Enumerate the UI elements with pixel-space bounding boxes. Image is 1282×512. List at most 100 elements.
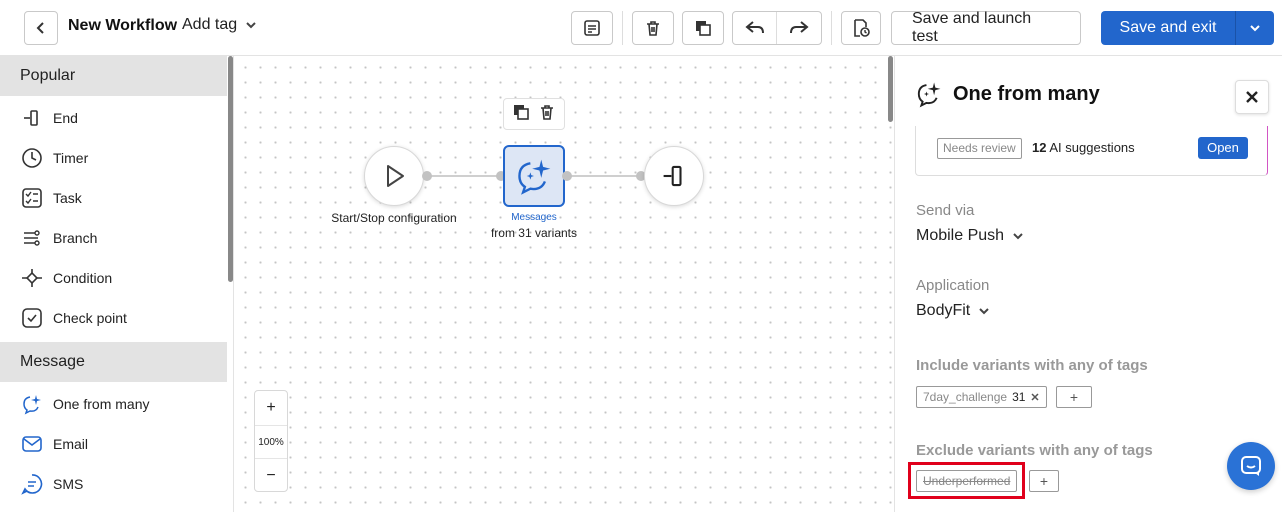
sidebar-item-label: Email (53, 436, 89, 452)
open-suggestions-button[interactable]: Open (1198, 137, 1248, 159)
remove-tag-icon[interactable] (1030, 392, 1040, 402)
needs-review-badge: Needs review (937, 138, 1022, 159)
panel-title: One from many (953, 83, 1100, 105)
timer-icon (20, 146, 44, 170)
send-via-dropdown[interactable]: Mobile Push (916, 227, 1024, 245)
chat-icon (1241, 456, 1261, 476)
sidebar-item-label: One from many (53, 396, 150, 412)
add-include-tag-button[interactable]: + (1056, 386, 1092, 408)
ai-suggestions-label: AI suggestions (1049, 140, 1135, 155)
duplicate-node-button[interactable] (512, 103, 530, 126)
section-header-popular: Popular (0, 56, 227, 96)
check-point-icon (20, 306, 44, 330)
support-chat-button[interactable] (1227, 442, 1275, 490)
workflow-title: New Workflow (68, 17, 178, 34)
ai-suggestions-count: 12 (1032, 140, 1047, 155)
sidebar-item-sms[interactable]: SMS (0, 464, 227, 504)
add-tag-dropdown[interactable]: Add tag (182, 16, 257, 34)
top-bar: New Workflow Add tag Save and launch tes… (0, 0, 1282, 56)
undo-button[interactable] (733, 12, 778, 44)
sidebar-item-label: Timer (53, 150, 89, 166)
branch-icon (20, 226, 44, 250)
redo-button[interactable] (777, 12, 821, 44)
application-value: BodyFit (916, 302, 971, 319)
chevron-left-icon (36, 22, 44, 34)
delete-button[interactable] (632, 11, 674, 45)
tag-name: 7day_challenge (923, 390, 1008, 404)
sidebar-item-label: Condition (53, 270, 113, 286)
include-tags-label: Include variants with any of tags (916, 357, 1148, 374)
zoom-level: 100% (255, 425, 287, 459)
application-dropdown[interactable]: BodyFit (916, 302, 990, 320)
add-exclude-tag-button[interactable]: + (1029, 470, 1059, 492)
undo-redo-group (732, 11, 822, 45)
messages-node[interactable] (503, 145, 565, 207)
ai-suggestions-card: Needs review 12 AI suggestions Open (915, 126, 1268, 176)
sidebar-item-end[interactable]: End (0, 98, 227, 138)
save-options-dropdown[interactable] (1236, 22, 1274, 34)
ai-message-icon (917, 82, 941, 108)
edge-start-to-messages (426, 175, 500, 177)
sidebar-scrollbar[interactable] (228, 56, 233, 282)
close-icon (1246, 91, 1258, 103)
save-and-launch-test-button[interactable]: Save and launch test (891, 10, 1081, 45)
send-via-value: Mobile Push (916, 227, 1005, 244)
email-icon (20, 432, 44, 456)
add-tag-label: Add tag (182, 16, 238, 33)
zoom-out-button[interactable]: − (255, 459, 287, 493)
undo-icon (744, 21, 764, 34)
workflow-canvas[interactable]: Start/Stop configuration Messages from 3… (234, 56, 894, 512)
back-button[interactable] (24, 11, 58, 45)
trash-icon (647, 21, 659, 36)
tag-count: 31 (1012, 390, 1026, 404)
sidebar-item-label: End (53, 110, 78, 126)
condition-icon (20, 266, 44, 290)
start-node-output-port[interactable] (422, 171, 432, 181)
sidebar-item-timer[interactable]: Timer (0, 138, 227, 178)
node-palette-sidebar: Popular End Timer Task Branch Condition … (0, 56, 234, 512)
start-node-label: Start/Stop configuration (331, 211, 457, 225)
copy-button[interactable] (682, 11, 724, 45)
node-actions-toolbar (503, 98, 565, 130)
chevron-down-icon (979, 308, 989, 315)
ai-message-icon (20, 392, 44, 416)
zoom-in-button[interactable]: + (255, 391, 287, 425)
close-panel-button[interactable] (1235, 80, 1269, 114)
sidebar-item-label: SMS (53, 476, 84, 492)
save-and-exit-button[interactable]: Save and exit (1101, 11, 1274, 45)
sidebar-item-task[interactable]: Task (0, 178, 227, 218)
task-icon (20, 186, 44, 210)
include-tag-chip: 7day_challenge 31 (916, 386, 1048, 408)
sidebar-item-check-point[interactable]: Check point (0, 298, 227, 338)
test-file-icon (854, 19, 870, 37)
canvas-scrollbar[interactable] (888, 56, 893, 122)
messages-node-type: Messages (511, 212, 557, 223)
toolbar-divider (831, 11, 832, 45)
sidebar-item-label: Check point (53, 310, 127, 326)
application-label: Application (916, 277, 990, 294)
chevron-down-icon (1013, 233, 1023, 240)
sidebar-item-condition[interactable]: Condition (0, 258, 227, 298)
exclude-tags-label: Exclude variants with any of tags (916, 442, 1153, 459)
sms-icon (20, 472, 44, 496)
notes-button[interactable] (571, 11, 613, 45)
delete-node-button[interactable] (538, 103, 556, 126)
chevron-down-icon (1250, 25, 1260, 32)
chevron-down-icon (246, 22, 256, 29)
start-node[interactable] (364, 146, 424, 206)
toolbar-divider (622, 11, 623, 45)
sidebar-item-one-from-many[interactable]: One from many (0, 384, 227, 424)
end-node[interactable] (644, 146, 704, 206)
highlight-box (908, 462, 1025, 499)
test-button[interactable] (841, 11, 881, 45)
sidebar-item-branch[interactable]: Branch (0, 218, 227, 258)
sidebar-item-email[interactable]: Email (0, 424, 227, 464)
trash-icon (541, 104, 553, 120)
send-via-label: Send via (916, 202, 975, 219)
messages-node-subtitle: from 31 variants (490, 226, 578, 240)
section-header-message: Message (0, 342, 227, 382)
messages-node-output-port[interactable] (562, 171, 572, 181)
ai-suggestions-text: 12 AI suggestions (1032, 140, 1135, 155)
play-icon (387, 165, 404, 187)
edge-messages-to-end (568, 175, 640, 177)
